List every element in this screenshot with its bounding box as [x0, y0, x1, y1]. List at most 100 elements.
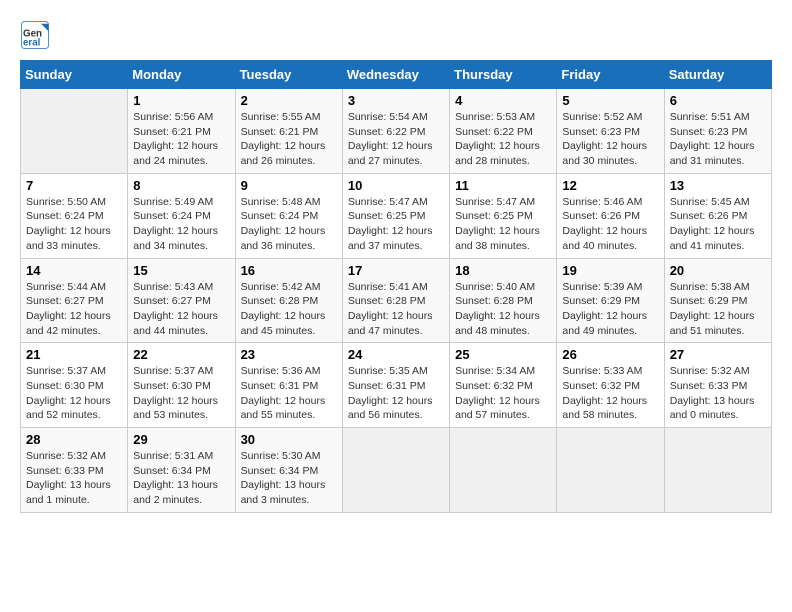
- calendar-week-1: 1 Sunrise: 5:56 AM Sunset: 6:21 PM Daylig…: [21, 89, 772, 174]
- day-info: Sunrise: 5:31 AM Sunset: 6:34 PM Dayligh…: [133, 449, 229, 508]
- day-info: Sunrise: 5:54 AM Sunset: 6:22 PM Dayligh…: [348, 110, 444, 169]
- day-number: 8: [133, 178, 229, 193]
- day-info: Sunrise: 5:45 AM Sunset: 6:26 PM Dayligh…: [670, 195, 766, 254]
- calendar-week-2: 7 Sunrise: 5:50 AM Sunset: 6:24 PM Daylig…: [21, 173, 772, 258]
- day-info: Sunrise: 5:40 AM Sunset: 6:28 PM Dayligh…: [455, 280, 551, 339]
- day-number: 19: [562, 263, 658, 278]
- calendar-cell: 1 Sunrise: 5:56 AM Sunset: 6:21 PM Daylig…: [128, 89, 235, 174]
- calendar-week-5: 28Sunrise: 5:32 AM Sunset: 6:33 PM Dayli…: [21, 428, 772, 513]
- day-number: 29: [133, 432, 229, 447]
- day-number: 2: [241, 93, 337, 108]
- day-number: 26: [562, 347, 658, 362]
- day-number: 9: [241, 178, 337, 193]
- calendar-cell: [450, 428, 557, 513]
- day-info: Sunrise: 5:50 AM Sunset: 6:24 PM Dayligh…: [26, 195, 122, 254]
- day-info: Sunrise: 5:34 AM Sunset: 6:32 PM Dayligh…: [455, 364, 551, 423]
- calendar-cell: 26 Sunrise: 5:33 AM Sunset: 6:32 PM Dayli…: [557, 343, 664, 428]
- header-tuesday: Tuesday: [235, 61, 342, 89]
- day-number: 16: [241, 263, 337, 278]
- calendar-cell: [21, 89, 128, 174]
- day-info: Sunrise: 5:49 AM Sunset: 6:24 PM Dayligh…: [133, 195, 229, 254]
- calendar-cell: 22Sunrise: 5:37 AM Sunset: 6:30 PM Dayli…: [128, 343, 235, 428]
- calendar-cell: 18 Sunrise: 5:40 AM Sunset: 6:28 PM Dayli…: [450, 258, 557, 343]
- day-number: 11: [455, 178, 551, 193]
- calendar-cell: 20 Sunrise: 5:38 AM Sunset: 6:29 PM Dayli…: [664, 258, 771, 343]
- calendar-table: SundayMondayTuesdayWednesdayThursdayFrid…: [20, 60, 772, 513]
- day-info: Sunrise: 5:55 AM Sunset: 6:21 PM Dayligh…: [241, 110, 337, 169]
- day-number: 14: [26, 263, 122, 278]
- day-number: 24: [348, 347, 444, 362]
- day-info: Sunrise: 5:47 AM Sunset: 6:25 PM Dayligh…: [348, 195, 444, 254]
- calendar-cell: 11 Sunrise: 5:47 AM Sunset: 6:25 PM Dayli…: [450, 173, 557, 258]
- logo: Gen eral: [20, 20, 54, 50]
- day-number: 13: [670, 178, 766, 193]
- day-info: Sunrise: 5:44 AM Sunset: 6:27 PM Dayligh…: [26, 280, 122, 339]
- calendar-cell: [342, 428, 449, 513]
- day-number: 18: [455, 263, 551, 278]
- calendar-cell: [557, 428, 664, 513]
- calendar-cell: 16 Sunrise: 5:42 AM Sunset: 6:28 PM Dayli…: [235, 258, 342, 343]
- calendar-cell: 23Sunrise: 5:36 AM Sunset: 6:31 PM Dayli…: [235, 343, 342, 428]
- calendar-cell: 10 Sunrise: 5:47 AM Sunset: 6:25 PM Dayli…: [342, 173, 449, 258]
- day-number: 10: [348, 178, 444, 193]
- day-info: Sunrise: 5:32 AM Sunset: 6:33 PM Dayligh…: [670, 364, 766, 423]
- day-number: 3: [348, 93, 444, 108]
- calendar-week-3: 14 Sunrise: 5:44 AM Sunset: 6:27 PM Dayli…: [21, 258, 772, 343]
- day-number: 12: [562, 178, 658, 193]
- header-friday: Friday: [557, 61, 664, 89]
- calendar-header-row: SundayMondayTuesdayWednesdayThursdayFrid…: [21, 61, 772, 89]
- day-info: Sunrise: 5:42 AM Sunset: 6:28 PM Dayligh…: [241, 280, 337, 339]
- day-number: 21: [26, 347, 122, 362]
- calendar-cell: 24 Sunrise: 5:35 AM Sunset: 6:31 PM Dayli…: [342, 343, 449, 428]
- calendar-cell: 8 Sunrise: 5:49 AM Sunset: 6:24 PM Daylig…: [128, 173, 235, 258]
- day-number: 27: [670, 347, 766, 362]
- day-info: Sunrise: 5:32 AM Sunset: 6:33 PM Dayligh…: [26, 449, 122, 508]
- day-number: 20: [670, 263, 766, 278]
- header-monday: Monday: [128, 61, 235, 89]
- day-info: Sunrise: 5:51 AM Sunset: 6:23 PM Dayligh…: [670, 110, 766, 169]
- day-info: Sunrise: 5:52 AM Sunset: 6:23 PM Dayligh…: [562, 110, 658, 169]
- day-info: Sunrise: 5:47 AM Sunset: 6:25 PM Dayligh…: [455, 195, 551, 254]
- calendar-cell: 13 Sunrise: 5:45 AM Sunset: 6:26 PM Dayli…: [664, 173, 771, 258]
- day-info: Sunrise: 5:38 AM Sunset: 6:29 PM Dayligh…: [670, 280, 766, 339]
- calendar-cell: 19 Sunrise: 5:39 AM Sunset: 6:29 PM Dayli…: [557, 258, 664, 343]
- calendar-cell: 29 Sunrise: 5:31 AM Sunset: 6:34 PM Dayli…: [128, 428, 235, 513]
- day-info: Sunrise: 5:43 AM Sunset: 6:27 PM Dayligh…: [133, 280, 229, 339]
- calendar-cell: 2 Sunrise: 5:55 AM Sunset: 6:21 PM Daylig…: [235, 89, 342, 174]
- calendar-cell: 28Sunrise: 5:32 AM Sunset: 6:33 PM Dayli…: [21, 428, 128, 513]
- calendar-cell: [664, 428, 771, 513]
- day-number: 4: [455, 93, 551, 108]
- calendar-cell: 12 Sunrise: 5:46 AM Sunset: 6:26 PM Dayli…: [557, 173, 664, 258]
- day-info: Sunrise: 5:56 AM Sunset: 6:21 PM Dayligh…: [133, 110, 229, 169]
- day-info: Sunrise: 5:46 AM Sunset: 6:26 PM Dayligh…: [562, 195, 658, 254]
- day-number: 17: [348, 263, 444, 278]
- day-info: Sunrise: 5:30 AM Sunset: 6:34 PM Dayligh…: [241, 449, 337, 508]
- day-number: 25: [455, 347, 551, 362]
- calendar-cell: 3 Sunrise: 5:54 AM Sunset: 6:22 PM Daylig…: [342, 89, 449, 174]
- day-info: Sunrise: 5:39 AM Sunset: 6:29 PM Dayligh…: [562, 280, 658, 339]
- day-number: 5: [562, 93, 658, 108]
- header-thursday: Thursday: [450, 61, 557, 89]
- day-info: Sunrise: 5:37 AM Sunset: 6:30 PM Dayligh…: [26, 364, 122, 423]
- day-number: 1: [133, 93, 229, 108]
- header-saturday: Saturday: [664, 61, 771, 89]
- day-info: Sunrise: 5:35 AM Sunset: 6:31 PM Dayligh…: [348, 364, 444, 423]
- calendar-cell: 7 Sunrise: 5:50 AM Sunset: 6:24 PM Daylig…: [21, 173, 128, 258]
- calendar-cell: 17Sunrise: 5:41 AM Sunset: 6:28 PM Dayli…: [342, 258, 449, 343]
- header-sunday: Sunday: [21, 61, 128, 89]
- day-info: Sunrise: 5:33 AM Sunset: 6:32 PM Dayligh…: [562, 364, 658, 423]
- day-info: Sunrise: 5:36 AM Sunset: 6:31 PM Dayligh…: [241, 364, 337, 423]
- calendar-cell: 30Sunrise: 5:30 AM Sunset: 6:34 PM Dayli…: [235, 428, 342, 513]
- day-number: 6: [670, 93, 766, 108]
- calendar-cell: 9 Sunrise: 5:48 AM Sunset: 6:24 PM Daylig…: [235, 173, 342, 258]
- svg-text:eral: eral: [23, 38, 41, 49]
- day-number: 7: [26, 178, 122, 193]
- day-info: Sunrise: 5:48 AM Sunset: 6:24 PM Dayligh…: [241, 195, 337, 254]
- day-info: Sunrise: 5:37 AM Sunset: 6:30 PM Dayligh…: [133, 364, 229, 423]
- calendar-cell: 21 Sunrise: 5:37 AM Sunset: 6:30 PM Dayli…: [21, 343, 128, 428]
- calendar-cell: 6 Sunrise: 5:51 AM Sunset: 6:23 PM Daylig…: [664, 89, 771, 174]
- calendar-cell: 4Sunrise: 5:53 AM Sunset: 6:22 PM Daylig…: [450, 89, 557, 174]
- calendar-week-4: 21 Sunrise: 5:37 AM Sunset: 6:30 PM Dayli…: [21, 343, 772, 428]
- logo-icon: Gen eral: [20, 20, 50, 50]
- calendar-cell: 25 Sunrise: 5:34 AM Sunset: 6:32 PM Dayli…: [450, 343, 557, 428]
